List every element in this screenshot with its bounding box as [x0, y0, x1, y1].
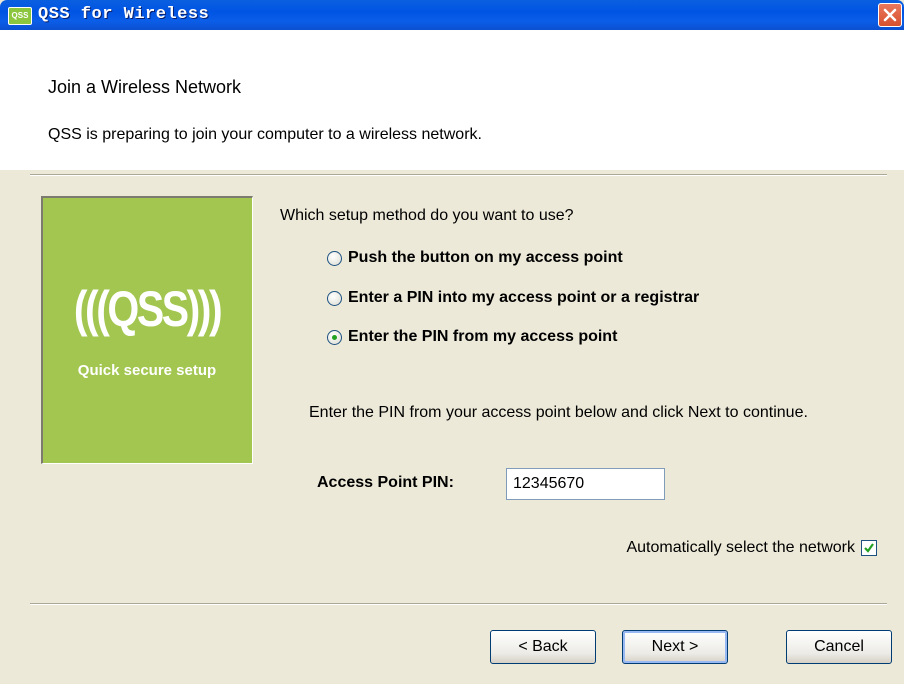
pin-instructions: Enter the PIN from your access point bel… — [309, 404, 808, 421]
header-divider — [30, 174, 887, 176]
radio-pin-from-ap[interactable] — [327, 329, 342, 345]
qss-app-icon: QSS — [8, 7, 32, 25]
option-enter-pin-registrar-label[interactable]: Enter a PIN into my access point or a re… — [348, 289, 699, 307]
next-button[interactable]: Next > — [622, 630, 728, 664]
qss-logo: (((QSS))) Quick secure setup — [41, 196, 253, 464]
footer-divider — [30, 603, 887, 605]
option-push-button[interactable]: Push the button on my access point — [327, 247, 623, 269]
checkmark-icon — [864, 543, 874, 553]
page-title: Join a Wireless Network — [48, 77, 242, 97]
pin-label: Access Point PIN: — [317, 474, 454, 491]
option-push-button-label[interactable]: Push the button on my access point — [348, 249, 623, 267]
auto-select-label[interactable]: Automatically select the network — [626, 539, 855, 557]
qss-logo-caption: Quick secure setup — [77, 362, 217, 379]
back-button[interactable]: < Back — [490, 630, 596, 664]
auto-select-row[interactable]: Automatically select the network — [626, 539, 877, 557]
title-bar[interactable]: QSS QSS for Wireless — [0, 0, 904, 30]
wizard-header: Join a Wireless Network QSS is preparing… — [0, 30, 904, 170]
setup-question: Which setup method do you want to use? — [280, 207, 574, 224]
option-pin-from-ap-label[interactable]: Enter the PIN from my access point — [348, 328, 617, 346]
radio-push-button[interactable] — [327, 250, 342, 266]
close-button[interactable] — [878, 3, 902, 27]
pin-input[interactable] — [506, 468, 665, 500]
option-pin-from-ap[interactable]: Enter the PIN from my access point — [327, 326, 617, 348]
qss-logo-mark: (((QSS))) — [73, 281, 223, 337]
close-icon — [883, 8, 897, 22]
auto-select-checkbox[interactable] — [861, 540, 877, 556]
option-enter-pin-registrar[interactable]: Enter a PIN into my access point or a re… — [327, 287, 699, 309]
radio-enter-pin-registrar[interactable] — [327, 290, 342, 306]
page-subtitle: QSS is preparing to join your computer t… — [48, 126, 482, 143]
window-title: QSS for Wireless — [38, 5, 210, 24]
cancel-button[interactable]: Cancel — [786, 630, 892, 664]
